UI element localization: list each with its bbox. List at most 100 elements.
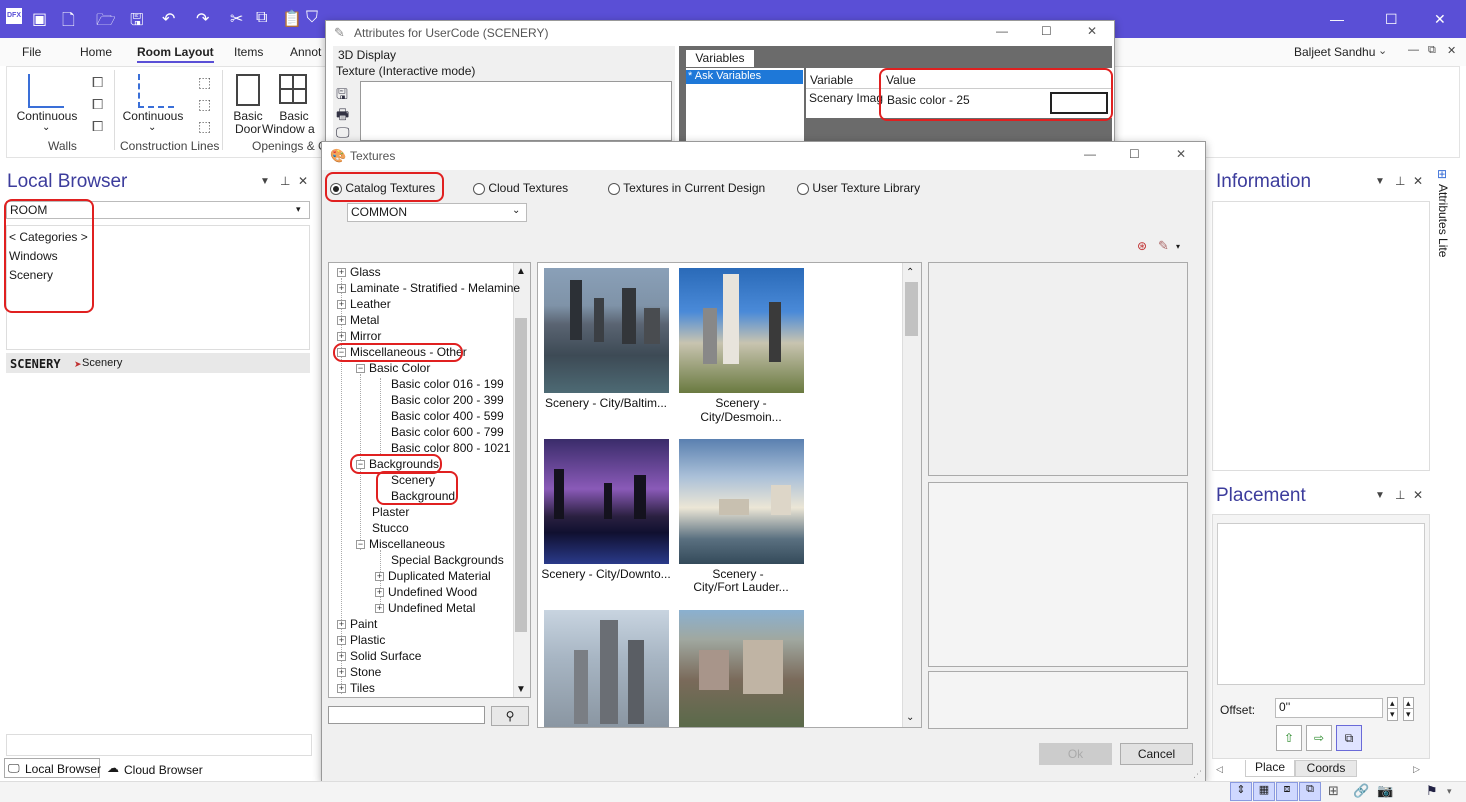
panel-menu-icon[interactable]: ▼ — [1375, 490, 1385, 501]
camera-icon[interactable]: 📷 — [1377, 783, 1393, 799]
undo-icon[interactable]: ↶ — [162, 9, 175, 29]
search-button[interactable]: ⚲ — [491, 706, 529, 726]
tree-item-bc1[interactable]: Basic color 016 - 199 — [391, 377, 504, 391]
chevron-down-icon[interactable]: ▾ — [296, 204, 301, 215]
app-menu-icon[interactable]: ▣ — [32, 9, 47, 29]
tree-item-duplicated[interactable]: + Duplicated Material — [375, 569, 491, 583]
ok-button[interactable]: Ok — [1039, 743, 1112, 765]
spin-down-icon[interactable]: ▾ — [1403, 708, 1414, 721]
basic-window-icon[interactable] — [279, 74, 307, 104]
walls-continuous-label[interactable]: Continuous — [16, 109, 78, 123]
texture-search-input[interactable] — [328, 706, 485, 724]
tab-scroll-right-icon[interactable]: ▷ — [1413, 764, 1420, 775]
pin-icon[interactable]: ⊥ — [1395, 488, 1405, 502]
tree-item-bc5[interactable]: Basic color 800 - 1021 — [391, 441, 510, 455]
tree-item-leather[interactable]: + Leather — [337, 297, 391, 311]
paste-icon[interactable]: 📋 — [282, 9, 302, 29]
status-toggle-2[interactable]: ▦ — [1253, 782, 1275, 801]
construction-tool-2-icon[interactable]: ⬚ — [198, 96, 211, 113]
attributes-lite-tab[interactable]: Attributes Lite — [1436, 184, 1450, 257]
expand-icon[interactable]: + — [337, 684, 346, 694]
tab-place[interactable]: Place — [1245, 760, 1295, 777]
offset-input[interactable]: 0'' — [1275, 698, 1383, 718]
cancel-button[interactable]: Cancel — [1120, 743, 1193, 765]
expand-icon[interactable]: + — [375, 604, 384, 614]
wall-tool-2-icon[interactable]: ⧠ — [92, 96, 103, 113]
link-icon[interactable]: 🔗 — [1353, 783, 1369, 799]
wall-tool-1-icon[interactable]: ⧠ — [92, 74, 103, 91]
thumbnail-city-6[interactable] — [679, 610, 804, 727]
thumbnail-scroll-thumb[interactable] — [905, 282, 918, 336]
user-name[interactable]: Baljeet Sandhu — [1294, 45, 1375, 59]
tab-home[interactable]: Home — [80, 45, 112, 59]
tab-annotate[interactable]: Annot — [290, 45, 321, 59]
scroll-down-icon[interactable]: ⌄ — [906, 712, 914, 723]
basic-window-label-1[interactable]: Basic — [270, 109, 318, 123]
construction-continuous-icon[interactable] — [138, 74, 174, 108]
new-file-icon[interactable]: 🗋 — [62, 9, 75, 36]
radio-current-design[interactable]: Textures in Current Design — [608, 181, 765, 195]
tree-item-tiles[interactable]: + Tiles — [337, 681, 375, 695]
panel-close-icon[interactable]: ✕ — [298, 174, 308, 188]
expand-icon[interactable]: + — [375, 572, 384, 582]
plan-icon[interactable]: ⊞ — [1328, 783, 1339, 799]
pin-icon[interactable]: ⊥ — [1395, 174, 1405, 188]
wall-continuous-icon[interactable] — [28, 74, 64, 108]
tab-variables[interactable]: Variables — [686, 50, 754, 67]
resize-grip-icon[interactable]: ⋰ — [1193, 769, 1202, 780]
scroll-down-icon[interactable]: ▼ — [516, 684, 526, 695]
tree-item-stone[interactable]: + Stone — [337, 665, 381, 679]
expand-icon[interactable]: + — [337, 284, 346, 294]
tree-item-undefined-wood[interactable]: + Undefined Wood — [375, 585, 477, 599]
chevron-down-icon[interactable]: ⌄ — [512, 205, 520, 216]
construction-continuous-label[interactable]: Continuous — [122, 109, 184, 123]
maximize-icon[interactable]: ☐ — [1129, 147, 1140, 161]
expand-icon[interactable]: + — [337, 636, 346, 646]
scroll-up-icon[interactable]: ⌃ — [906, 267, 914, 278]
expand-icon[interactable]: + — [337, 620, 346, 630]
flag-icon[interactable]: ⚑ — [1426, 783, 1438, 799]
tree-item-basic-color[interactable]: − Basic Color — [356, 361, 430, 375]
tab-room-layout[interactable]: Room Layout — [137, 45, 214, 63]
panel-menu-icon[interactable]: ▼ — [1375, 176, 1385, 187]
thumbnail-fort-lauderdale[interactable] — [679, 439, 804, 564]
tab-file[interactable]: File — [22, 45, 41, 59]
status-toggle-1[interactable]: ⇕ — [1230, 782, 1252, 801]
close-icon[interactable]: ✕ — [1087, 24, 1097, 38]
thumbnail-desmoines[interactable] — [679, 268, 804, 393]
basic-window-label-2[interactable]: Window a — [262, 122, 326, 136]
construction-tool-3-icon[interactable]: ⬚ — [198, 118, 211, 135]
minimize-icon[interactable]: — — [996, 24, 1008, 38]
status-toggle-4[interactable]: ⧉ — [1299, 782, 1321, 801]
expand-icon[interactable]: + — [337, 332, 346, 342]
tree-item-mirror[interactable]: + Mirror — [337, 329, 381, 343]
expand-icon[interactable]: + — [337, 268, 346, 278]
expand-icon[interactable]: + — [375, 588, 384, 598]
thumbnail-baltimore[interactable] — [544, 268, 669, 393]
place-up-button[interactable]: ⇧ — [1276, 725, 1302, 751]
tree-item-special-backgrounds[interactable]: Special Backgrounds — [391, 553, 504, 567]
expand-icon[interactable]: + — [337, 652, 346, 662]
tree-item-bc4[interactable]: Basic color 600 - 799 — [391, 425, 504, 439]
collapse-icon[interactable]: − — [356, 540, 365, 550]
expand-icon[interactable]: + — [337, 668, 346, 678]
attributes-lite-icon[interactable]: ⊞ — [1437, 167, 1447, 181]
chevron-down-icon[interactable]: ⌄ — [1378, 44, 1387, 57]
tree-item-plaster[interactable]: Plaster — [372, 505, 409, 519]
open-folder-icon[interactable]: 🗁 — [96, 9, 116, 36]
close-icon[interactable]: ✕ — [1434, 11, 1446, 28]
tree-item-bc2[interactable]: Basic color 200 - 399 — [391, 393, 504, 407]
target-icon[interactable]: ⊛ — [1137, 239, 1147, 253]
minimize-icon[interactable]: — — [1084, 147, 1096, 161]
copy-button[interactable]: ⧉ — [1336, 725, 1362, 751]
chevron-down-icon[interactable]: ▾ — [1176, 242, 1180, 251]
tree-item-paint[interactable]: + Paint — [337, 617, 377, 631]
library-select[interactable]: COMMON — [347, 203, 527, 222]
maximize-icon[interactable]: ☐ — [1385, 11, 1398, 28]
display-icon[interactable]: 🖵 — [336, 124, 350, 141]
basic-door-icon[interactable] — [236, 74, 260, 106]
tab-scroll-left-icon[interactable]: ◁ — [1216, 764, 1223, 775]
ribbon-minimize-icon[interactable]: — — [1408, 44, 1419, 56]
panel-close-icon[interactable]: ✕ — [1413, 488, 1423, 502]
thumbnail-city-5[interactable] — [544, 610, 669, 727]
